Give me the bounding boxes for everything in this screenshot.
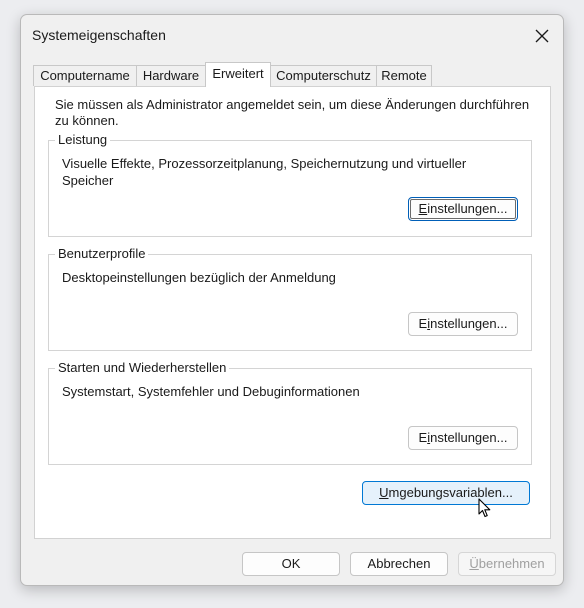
profile-settings-button[interactable]: Einstellungen... bbox=[408, 312, 518, 336]
group-benutzerprofile: Benutzerprofile Desktopeinstellungen bez… bbox=[48, 246, 532, 351]
label-rest: nstellungen... bbox=[430, 316, 508, 331]
button-label: OK bbox=[281, 556, 301, 571]
tab-computername[interactable]: Computername bbox=[33, 65, 137, 86]
label-pre: E bbox=[418, 316, 428, 331]
leistung-settings-button[interactable]: Einstellungen... bbox=[408, 197, 518, 221]
tab-hardware[interactable]: Hardware bbox=[136, 65, 206, 86]
group-title: Starten und Wiederherstellen bbox=[55, 360, 230, 376]
button-label: Einstellungen... bbox=[419, 316, 508, 331]
button-label: Übernehmen bbox=[469, 556, 544, 571]
group-description: Systemstart, Systemfehler und Debuginfor… bbox=[62, 384, 360, 399]
mnemonic: Ü bbox=[469, 556, 479, 571]
ok-button[interactable]: OK bbox=[242, 552, 340, 576]
label-rest: bernehmen bbox=[478, 556, 545, 571]
label-rest: instellungen... bbox=[427, 201, 508, 216]
group-title: Benutzerprofile bbox=[55, 246, 149, 262]
tab-computerschutz[interactable]: Computerschutz bbox=[270, 65, 377, 86]
button-label: Abbrechen bbox=[367, 556, 431, 571]
mnemonic: E bbox=[418, 201, 428, 216]
button-label: Umgebungsvariablen... bbox=[379, 485, 513, 500]
group-leistung: Leistung Visuelle Effekte, Prozessorzeit… bbox=[48, 132, 532, 237]
startup-settings-button[interactable]: Einstellungen... bbox=[408, 426, 518, 450]
mouse-pointer-icon bbox=[478, 498, 491, 518]
mnemonic: U bbox=[379, 485, 389, 500]
label-pre: E bbox=[418, 430, 428, 445]
group-title: Leistung bbox=[55, 132, 111, 148]
tab-erweitert[interactable]: Erweitert bbox=[205, 62, 271, 87]
window-title: Systemeigenschaften bbox=[32, 27, 166, 43]
button-label: Einstellungen... bbox=[419, 201, 508, 216]
close-icon bbox=[535, 29, 549, 43]
tab-panel-erweitert: Sie müssen als Administrator angemeldet … bbox=[34, 86, 551, 539]
tab-remote[interactable]: Remote bbox=[376, 65, 432, 86]
label-rest: mgebungsvariablen... bbox=[388, 485, 513, 500]
cancel-button[interactable]: Abbrechen bbox=[350, 552, 448, 576]
group-description: Desktopeinstellungen bezüglich der Anmel… bbox=[62, 270, 336, 285]
admin-info-text: Sie müssen als Administrator angemeldet … bbox=[55, 97, 530, 128]
group-description: Visuelle Effekte, Prozessorzeitplanung, … bbox=[62, 156, 467, 188]
environment-variables-button[interactable]: Umgebungsvariablen... bbox=[362, 481, 530, 505]
label-rest: nstellungen... bbox=[430, 430, 508, 445]
title-bar: Systemeigenschaften bbox=[21, 15, 563, 55]
group-starten-wiederherstellen: Starten und Wiederherstellen Systemstart… bbox=[48, 360, 532, 465]
close-button[interactable] bbox=[531, 25, 553, 47]
button-label: Einstellungen... bbox=[419, 430, 508, 445]
apply-button[interactable]: Übernehmen bbox=[458, 552, 556, 576]
